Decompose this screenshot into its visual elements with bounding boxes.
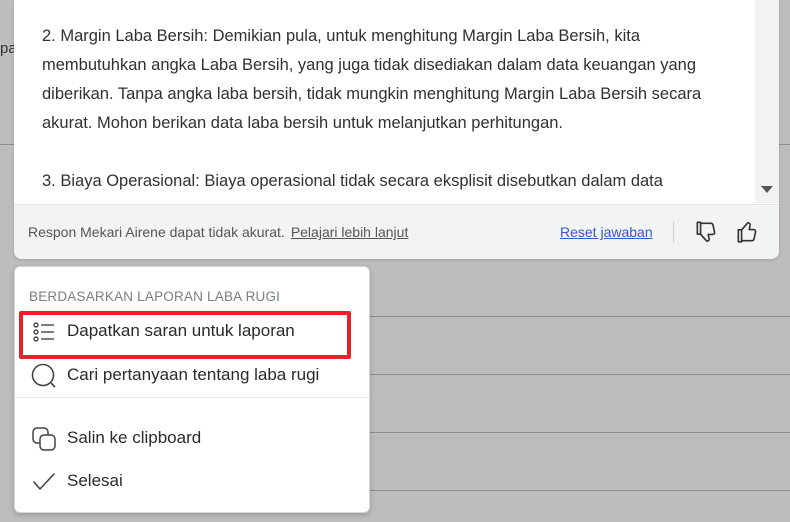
thumbs-up-icon xyxy=(737,221,757,243)
thumbs-up-button[interactable] xyxy=(734,219,760,245)
menu-section-title: BERDASARKAN LAPORAN LABA RUGI xyxy=(29,289,281,304)
menu-item-get-suggestions[interactable]: Dapatkan saran untuk laporan xyxy=(15,311,369,351)
menu-item-label: Cari pertanyaan tentang laba rugi xyxy=(67,365,320,384)
menu-item-done[interactable]: Selesai xyxy=(15,461,369,501)
context-menu: BERDASARKAN LAPORAN LABA RUGI Dapatkan s… xyxy=(14,266,370,513)
answer-footer: Respon Mekari Airene dapat tidak akurat.… xyxy=(14,204,779,259)
disclaimer-text: Respon Mekari Airene dapat tidak akurat. xyxy=(28,224,285,240)
disclaimer: Respon Mekari Airene dapat tidak akurat.… xyxy=(28,224,408,240)
learn-more-link[interactable]: Pelajari lebih lanjut xyxy=(291,224,409,240)
list-icon xyxy=(33,322,54,342)
background-divider xyxy=(368,316,790,317)
ai-answer-panel: 2. Margin Laba Bersih: Demikian pula, un… xyxy=(14,0,779,259)
answer-paragraph: 3. Biaya Operasional: Biaya operasional … xyxy=(42,172,666,203)
check-icon xyxy=(33,473,55,490)
footer-divider xyxy=(673,221,674,243)
thumbs-down-button[interactable] xyxy=(693,219,719,245)
scrollbar[interactable] xyxy=(755,0,779,203)
copy-icon xyxy=(32,427,56,451)
answer-paragraph: 2. Margin Laba Bersih: Demikian pula, un… xyxy=(42,27,702,132)
background-divider xyxy=(368,432,790,433)
background-divider xyxy=(368,374,790,375)
answer-text: 2. Margin Laba Bersih: Demikian pula, un… xyxy=(14,0,754,203)
thumbs-down-icon xyxy=(696,221,716,243)
answer-scroll-area[interactable]: 2. Margin Laba Bersih: Demikian pula, un… xyxy=(14,0,754,203)
background-divider xyxy=(368,490,790,491)
menu-item-search-questions[interactable]: Cari pertanyaan tentang laba rugi xyxy=(15,355,369,395)
menu-item-label: Dapatkan saran untuk laporan xyxy=(67,321,295,340)
menu-item-copy-clipboard[interactable]: Salin ke clipboard xyxy=(15,418,369,458)
search-icon xyxy=(31,363,56,388)
menu-separator xyxy=(15,397,369,398)
scroll-down-arrow-icon[interactable] xyxy=(761,186,773,193)
menu-item-label: Salin ke clipboard xyxy=(67,428,202,447)
reset-answer-link[interactable]: Reset jawaban xyxy=(560,224,653,240)
menu-item-label: Selesai xyxy=(67,471,123,490)
